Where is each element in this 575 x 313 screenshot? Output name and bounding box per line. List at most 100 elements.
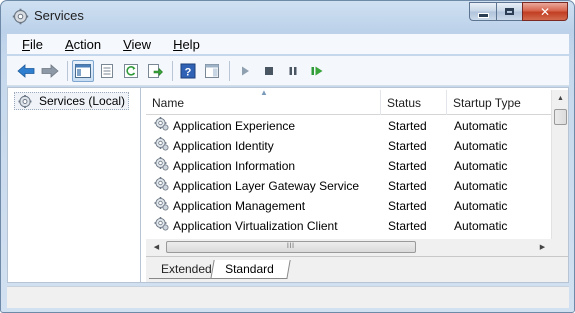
service-gear-icon (154, 136, 173, 157)
tree-item-services-local[interactable]: Services (Local) (14, 92, 130, 110)
scroll-right-arrow-icon[interactable]: ▶ (534, 239, 551, 256)
list-rows: Application Experience Started Automatic… (146, 116, 551, 236)
table-row[interactable]: Application Information Started Automati… (146, 156, 551, 176)
table-row[interactable]: Application Layer Gateway Service Starte… (146, 176, 551, 196)
service-name: Application Identity (173, 139, 274, 153)
close-button[interactable]: ✕ (522, 2, 568, 21)
service-status: Started (388, 119, 427, 133)
service-status: Started (388, 199, 427, 213)
service-status: Started (388, 179, 427, 193)
service-startup-type: Automatic (454, 159, 508, 173)
menu-bar: File Action View Help (7, 34, 569, 54)
menu-view-accel: V (123, 36, 132, 52)
tree-item-label: Services (Local) (39, 94, 126, 108)
horizontal-scrollbar[interactable]: ◀ lll ▶ (146, 239, 551, 256)
menu-help[interactable]: Help (158, 37, 207, 52)
menu-help-label: elp (182, 36, 200, 52)
properties-button[interactable] (96, 60, 118, 82)
show-action-pane-button[interactable] (201, 60, 223, 82)
scroll-up-arrow-icon[interactable]: ▲ (552, 90, 569, 107)
service-status: Started (388, 139, 427, 153)
column-header-status-label: Status (387, 96, 422, 110)
help-button[interactable]: ? (177, 60, 199, 82)
column-header-name-label: Name (152, 96, 185, 110)
sort-ascending-icon: ▲ (260, 88, 268, 97)
forward-button[interactable] (39, 60, 61, 82)
menu-view-label: iew (131, 36, 152, 52)
window-title: Services (34, 8, 84, 23)
list-header: ▲ Name Status Startup Type (146, 88, 551, 115)
show-hide-console-tree-icon (75, 63, 91, 78)
export-list-icon (148, 63, 163, 78)
pause-service-icon (289, 66, 297, 75)
minimize-button[interactable] (469, 2, 496, 21)
service-startup-type: Automatic (454, 179, 508, 193)
refresh-button[interactable] (120, 60, 142, 82)
service-name: Application Information (173, 159, 296, 173)
maximize-button[interactable] (496, 2, 522, 21)
table-row[interactable]: Application Experience Started Automatic (146, 116, 551, 136)
help-icon: ? (180, 63, 196, 78)
menu-view[interactable]: View (108, 37, 158, 52)
start-service-button[interactable] (234, 60, 256, 82)
minimize-icon (477, 12, 489, 18)
horizontal-scroll-thumb[interactable]: lll (166, 241, 416, 253)
status-bar (7, 286, 569, 308)
pause-service-button[interactable] (282, 60, 304, 82)
export-list-button[interactable] (144, 60, 166, 82)
table-row[interactable]: Application Identity Started Automatic (146, 136, 551, 156)
scroll-left-arrow-icon[interactable]: ◀ (148, 239, 165, 256)
vertical-scrollbar[interactable]: ▲ (551, 90, 568, 239)
column-header-startup-type[interactable]: Startup Type (447, 90, 551, 115)
service-gear-icon (154, 216, 173, 237)
show-hide-console-tree-button[interactable] (72, 59, 94, 82)
toolbar: ? (7, 56, 569, 86)
gear-icon (12, 8, 29, 25)
menu-action[interactable]: Action (50, 37, 108, 52)
toolbar-separator (172, 60, 173, 81)
service-name-cell: Application Layer Gateway Service (154, 176, 359, 196)
service-status: Started (388, 219, 427, 233)
service-gear-icon (154, 116, 173, 137)
console-tree: Services (Local) (8, 88, 141, 282)
column-header-name[interactable]: ▲ Name (146, 88, 381, 115)
menu-file-label: ile (29, 36, 43, 52)
tab-extended-label: Extended (161, 262, 212, 276)
service-name: Application Management (173, 199, 306, 213)
column-header-startup-label: Startup Type (453, 96, 521, 110)
service-name-cell: Application Identity (154, 136, 274, 156)
back-arrow-icon (17, 63, 35, 78)
tab-extended[interactable]: Extended (149, 260, 220, 279)
services-gear-icon (18, 94, 32, 108)
column-header-status[interactable]: Status (381, 90, 447, 115)
title-bar[interactable]: Services ✕ (1, 1, 574, 31)
service-startup-type: Automatic (454, 139, 508, 153)
services-window: Services ✕ File Action View Help ? Servi… (0, 0, 575, 313)
menu-file[interactable]: File (7, 37, 50, 52)
tab-standard[interactable]: Standard (210, 260, 291, 279)
menu-file-accel: F (22, 36, 30, 52)
start-service-icon (242, 66, 249, 75)
service-name-cell: Application Management (154, 196, 305, 216)
caption-buttons: ✕ (469, 2, 568, 21)
content-area: Services (Local) ▲ Name Status Startup T… (7, 87, 569, 283)
table-row[interactable]: Application Management Started Automatic (146, 196, 551, 216)
service-gear-icon (154, 196, 173, 217)
service-name: Application Virtualization Client (173, 219, 338, 233)
service-name-cell: Application Virtualization Client (154, 216, 338, 236)
stop-service-button[interactable] (258, 60, 280, 82)
service-name: Application Experience (173, 119, 296, 133)
stop-service-icon (265, 66, 273, 75)
vertical-scroll-thumb[interactable] (554, 109, 567, 125)
toolbar-separator (67, 60, 68, 81)
service-name-cell: Application Experience (154, 116, 295, 136)
restart-service-button[interactable] (306, 60, 328, 82)
maximize-icon (505, 8, 514, 15)
table-row[interactable]: Application Virtualization Client Starte… (146, 216, 551, 236)
refresh-icon (124, 63, 138, 78)
svg-text:?: ? (185, 66, 192, 78)
service-gear-icon (154, 176, 173, 197)
forward-arrow-icon (41, 63, 59, 78)
menu-action-label: ction (73, 36, 102, 52)
back-button[interactable] (15, 60, 37, 82)
